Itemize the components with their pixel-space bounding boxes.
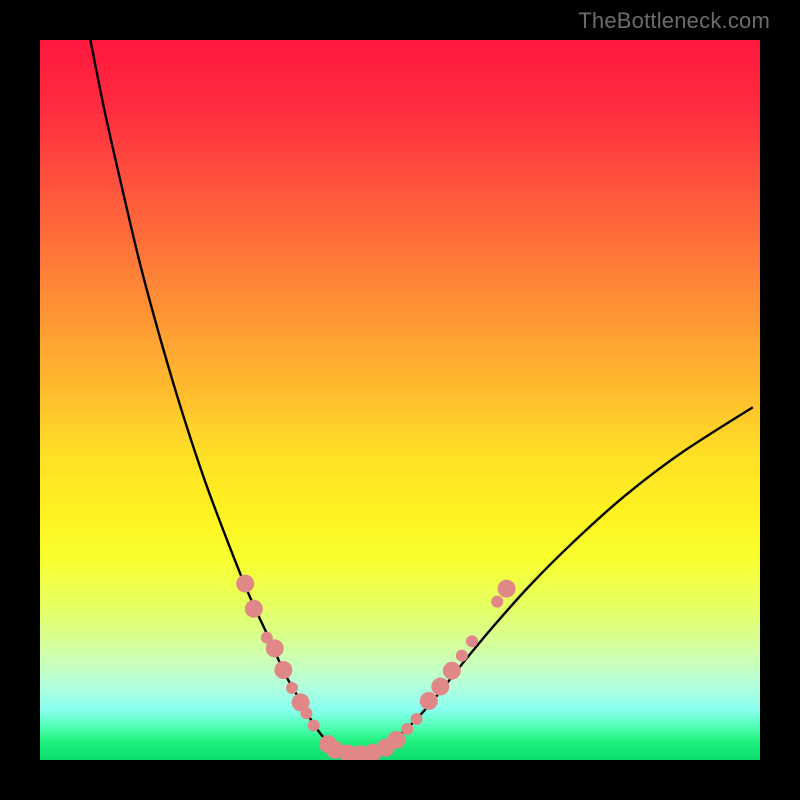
watermark-label: TheBottleneck.com — [578, 8, 770, 34]
chart-root: TheBottleneck.com — [0, 0, 800, 800]
plot-area — [40, 40, 760, 760]
background-gradient — [40, 40, 760, 760]
